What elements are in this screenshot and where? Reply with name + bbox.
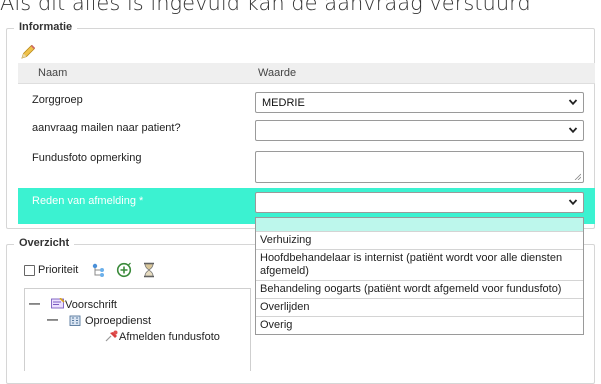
overzicht-legend: Overzicht	[14, 237, 75, 249]
prescription-icon	[51, 297, 65, 309]
afmelden-label: Afmelden fundusfoto	[119, 331, 220, 343]
informatie-legend: Informatie	[14, 21, 78, 33]
tree-item-afmelden[interactable]: Afmelden fundusfoto	[105, 330, 220, 343]
dropdown-option-overig[interactable]: Overig	[256, 317, 583, 334]
table-header: Naam Waarde	[18, 63, 595, 84]
pin-icon	[105, 330, 118, 342]
page-caption: Als dit alles is ingevuld kan de aanvraa…	[0, 0, 531, 15]
building-icon	[69, 315, 81, 326]
oproepdienst-label: Oproepdienst	[85, 315, 152, 327]
chevron-down-icon	[568, 127, 578, 134]
reden-label: Reden van afmelding *	[32, 195, 144, 207]
column-value: Waarde	[258, 67, 297, 79]
prioriteit-checkbox[interactable]	[24, 265, 35, 276]
chevron-down-icon	[568, 99, 578, 106]
resize-handle-icon[interactable]	[574, 173, 581, 180]
dropdown-option-verhuizing[interactable]: Verhuizing	[256, 232, 583, 250]
dropdown-option-behandeling-oogarts[interactable]: Behandeling oogarts (patiënt wordt afgem…	[256, 281, 583, 299]
chevron-down-icon	[568, 199, 578, 206]
hourglass-icon[interactable]	[141, 262, 157, 278]
zorggroep-label: Zorggroep	[32, 94, 83, 106]
reden-dropdown-list: Verhuizing Hoofdbehandelaar is internist…	[255, 217, 584, 335]
reden-select[interactable]	[255, 192, 584, 213]
dropdown-option-hoofdbehandelaar[interactable]: Hoofdbehandelaar is internist (patiënt w…	[256, 250, 583, 281]
column-name: Naam	[38, 67, 68, 79]
add-circle-icon[interactable]	[116, 262, 132, 278]
dropdown-option-empty[interactable]	[256, 218, 583, 232]
tree-structure-icon[interactable]	[91, 262, 107, 278]
overzicht-tree: — Voorschrift — Oproepdienst Afmelden fu…	[24, 288, 251, 371]
voorschrift-label: Voorschrift	[65, 299, 117, 311]
zorggroep-select[interactable]: MEDRIE	[255, 92, 584, 113]
zorggroep-value: MEDRIE	[262, 97, 305, 109]
row-fundusfoto: Fundusfoto opmerking	[18, 146, 595, 186]
mailen-label: aanvraag mailen naar patient?	[32, 122, 181, 134]
pencil-icon[interactable]	[19, 43, 37, 61]
tree-item-voorschrift[interactable]: Voorschrift	[51, 297, 117, 311]
prioriteit-label: Prioriteit	[38, 264, 79, 276]
fundusfoto-label: Fundusfoto opmerking	[32, 152, 142, 164]
collapse-oproepdienst-icon[interactable]: —	[47, 314, 58, 326]
mailen-select[interactable]	[255, 120, 584, 141]
tree-item-oproepdienst[interactable]: Oproepdienst	[69, 314, 151, 327]
collapse-voorschrift-icon[interactable]: —	[29, 298, 40, 310]
fundusfoto-textarea[interactable]	[255, 151, 584, 183]
dropdown-option-overlijden[interactable]: Overlijden	[256, 299, 583, 317]
